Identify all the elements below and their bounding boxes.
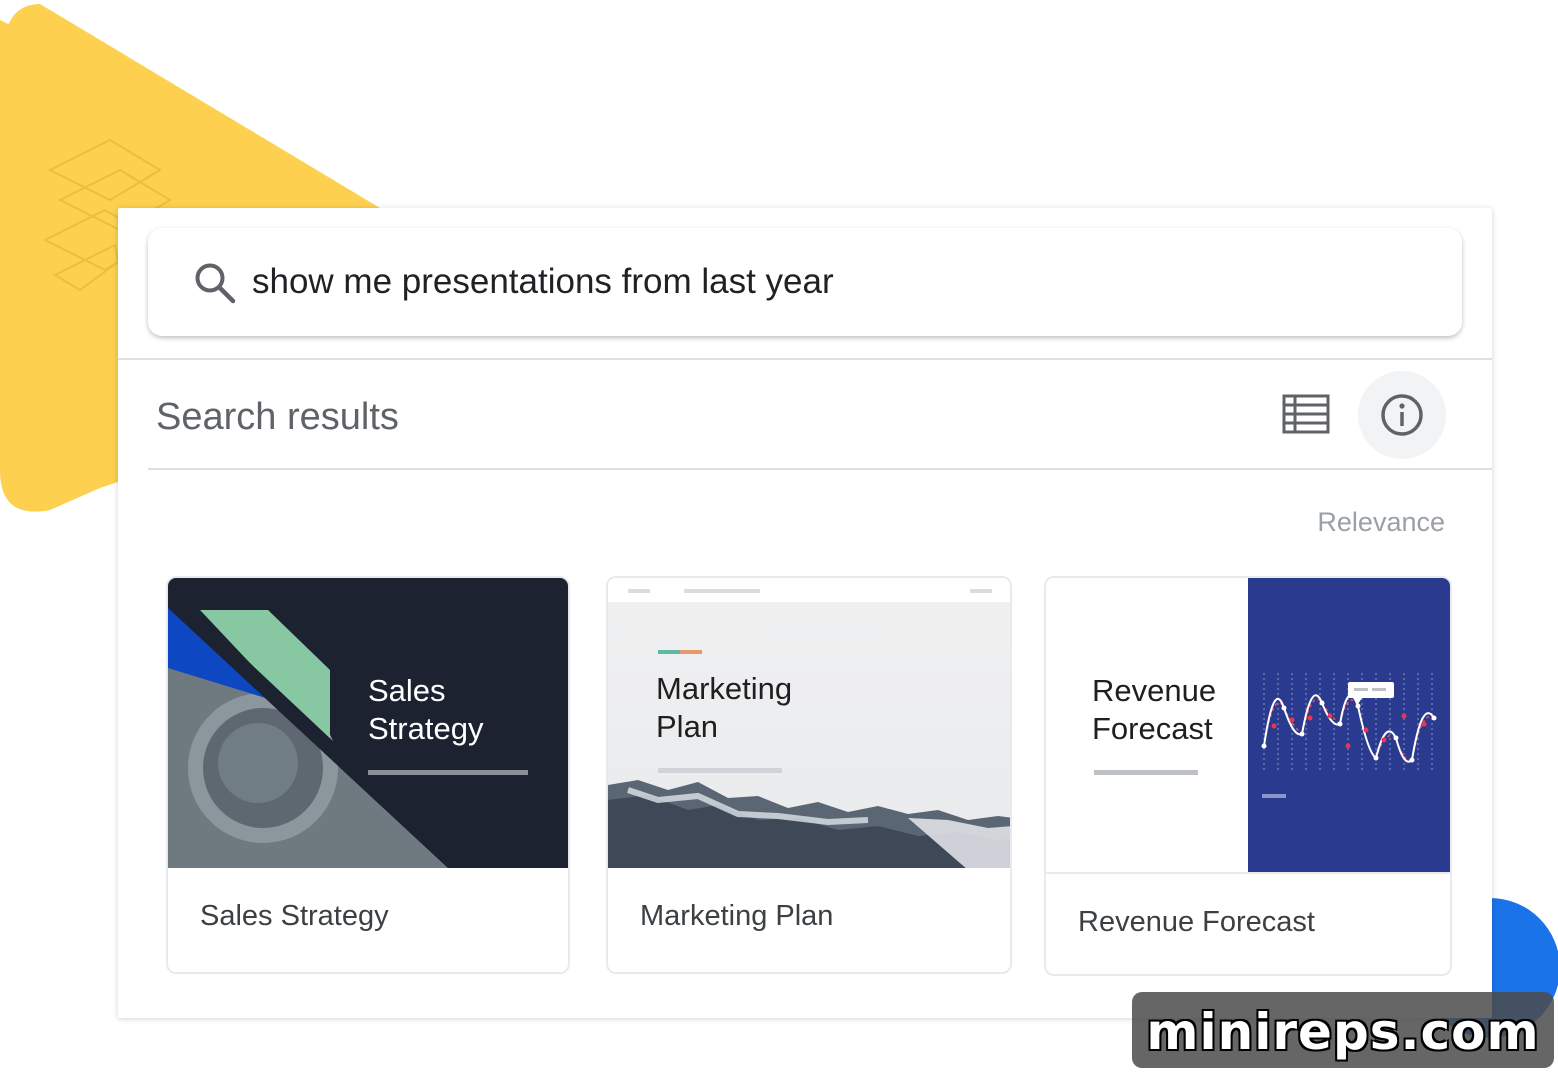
divider <box>148 468 1492 470</box>
thumb-topbar-mark <box>628 589 650 593</box>
thumb-title-line: Plan <box>656 709 719 744</box>
info-icon <box>1381 394 1423 436</box>
thumb-title-line: Marketing <box>656 671 793 706</box>
thumb-accent-bar <box>658 650 680 654</box>
card-title: Sales Strategy <box>200 900 389 932</box>
result-card-revenue-forecast[interactable]: Revenue Forecast Revenue Forecast <box>1044 576 1452 976</box>
result-card-sales-strategy[interactable]: Sales Strategy Sales Strategy <box>166 576 570 974</box>
card-divider <box>1046 872 1450 874</box>
results-heading: Search results <box>156 396 399 438</box>
thumbnail: Sales Strategy <box>168 578 568 868</box>
search-icon <box>195 263 236 304</box>
search-bar[interactable]: show me presentations from last year <box>148 228 1462 336</box>
mountains-image <box>608 780 1010 868</box>
thumb-title-line: Strategy <box>368 711 484 746</box>
thumbnail: Revenue Forecast <box>1046 578 1450 872</box>
watermark-text: minireps.com <box>1146 1003 1540 1061</box>
thumb-topbar <box>608 578 1010 602</box>
search-query[interactable]: show me presentations from last year <box>252 258 834 306</box>
thumbnail: Marketing Plan <box>608 578 1010 868</box>
thumb-underline <box>368 770 528 775</box>
thumb-title-line: Revenue <box>1092 673 1217 708</box>
thumb-topbar-mark <box>684 589 760 593</box>
watermark: minireps.com <box>1132 992 1554 1068</box>
list-view-icon[interactable] <box>1282 394 1330 434</box>
thumb-accent-bar <box>680 650 702 654</box>
result-card-marketing-plan[interactable]: Marketing Plan Marketing Plan <box>606 576 1012 974</box>
search-panel: show me presentations from last year Sea… <box>118 208 1492 1018</box>
thumb-title-line: Sales <box>368 673 446 708</box>
card-title: Revenue Forecast <box>1078 906 1315 938</box>
chart-graphic <box>1248 578 1450 872</box>
divider <box>118 358 1492 360</box>
thumb-topbar-mark <box>970 589 992 593</box>
info-button[interactable] <box>1358 371 1446 459</box>
thumb-underline <box>1094 770 1198 775</box>
card-title: Marketing Plan <box>640 900 834 932</box>
sort-relevance[interactable]: Relevance <box>1317 506 1445 538</box>
thumb-title-line: Forecast <box>1092 711 1213 746</box>
